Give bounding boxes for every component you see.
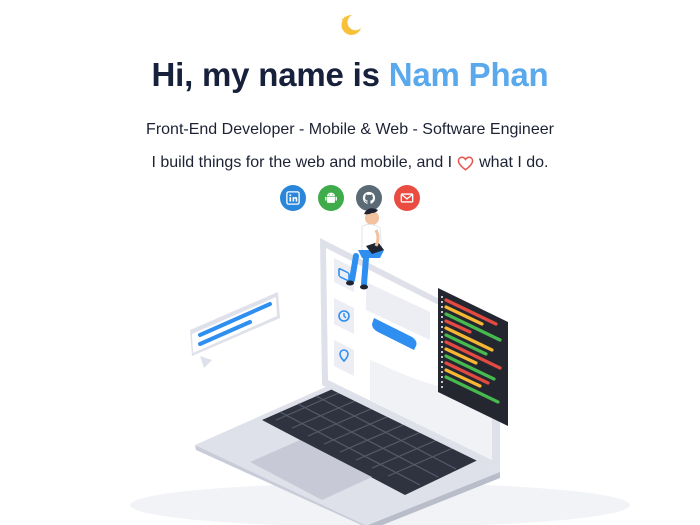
hero-tagline: I build things for the web and mobile, a… <box>0 154 700 172</box>
laptop-developer-illustration <box>130 208 630 525</box>
tagline-text-before: I build things for the web and mobile, a… <box>151 154 453 171</box>
theme-toggle-button[interactable] <box>337 12 363 38</box>
tagline-text-after: what I do. <box>479 154 549 171</box>
author-name: Nam Phan <box>388 56 549 93</box>
moon-star-icon <box>341 14 361 35</box>
hero-subtitle: Front-End Developer - Mobile & Web - Sof… <box>146 121 554 138</box>
hero-headline: Hi, my name is Nam Phan <box>0 56 700 94</box>
heart-icon <box>457 155 474 171</box>
mail-icon <box>400 193 414 203</box>
greeting-text: Hi, my name is <box>151 56 380 93</box>
chat-bubble <box>190 292 280 368</box>
linkedin-icon <box>286 191 300 205</box>
android-icon <box>325 192 337 203</box>
github-icon <box>362 191 376 204</box>
